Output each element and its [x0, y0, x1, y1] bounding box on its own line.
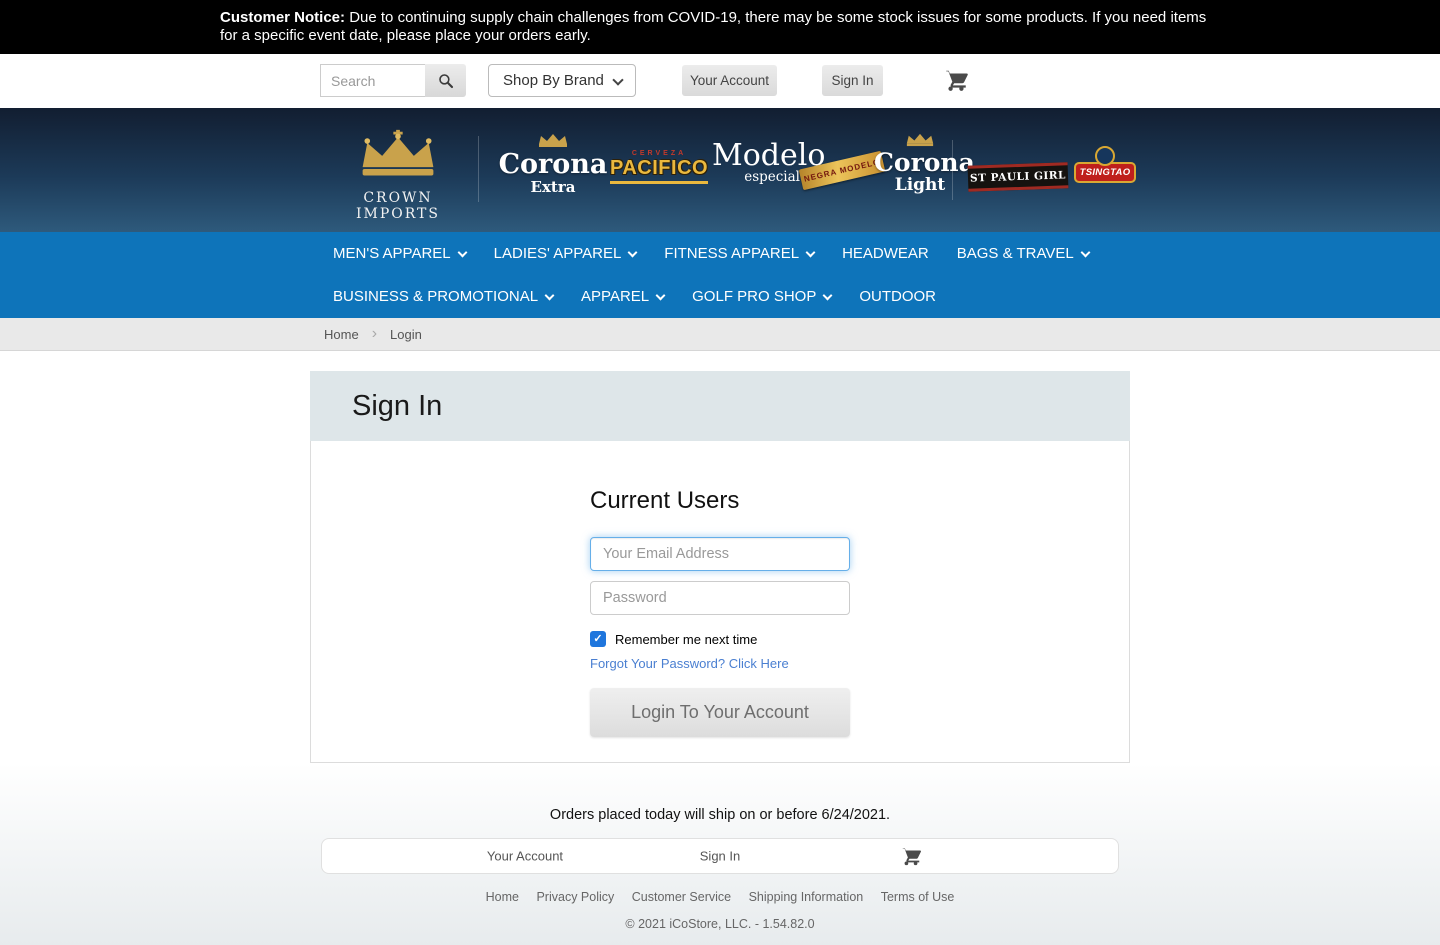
chevron-down-icon: [1080, 248, 1090, 258]
your-account-button[interactable]: Your Account: [682, 65, 777, 96]
breadcrumb-chevron-icon: ›: [372, 326, 377, 342]
st-pauli-girl-logo: ST PAULI GIRL: [968, 164, 1068, 190]
sign-in-panel: Current Users ✓ Remember me next time Fo…: [310, 441, 1130, 763]
corona-extra-logo: Corona Extra: [498, 132, 608, 196]
nav-headwear[interactable]: HEADWEAR: [828, 245, 943, 262]
breadcrumb-bar: Home › Login: [0, 318, 1440, 351]
nav-outdoor[interactable]: OUTDOOR: [845, 288, 950, 305]
chevron-down-icon: [457, 248, 467, 258]
cart-button[interactable]: [942, 67, 970, 95]
login-button[interactable]: Login To Your Account: [590, 688, 850, 737]
page-title: Sign In: [310, 371, 1130, 441]
ship-note: Orders placed today will ship on or befo…: [0, 763, 1440, 823]
breadcrumb-home[interactable]: Home: [324, 327, 359, 342]
cart-icon: [943, 67, 969, 93]
nav-fitness-apparel[interactable]: FITNESS APPAREL: [650, 245, 828, 262]
email-input[interactable]: [590, 537, 850, 571]
forgot-password-link[interactable]: Forgot Your Password? Click Here: [590, 656, 850, 671]
corona-extra-sub: Extra: [498, 178, 608, 196]
st-pauli-girl-banner: ST PAULI GIRL: [968, 162, 1069, 191]
chevron-down-icon: [628, 248, 638, 258]
logo-divider: [952, 140, 953, 200]
customer-notice-banner: Customer Notice: Due to continuing suppl…: [0, 0, 1440, 54]
crown-imports-label: CROWN IMPORTS: [324, 190, 472, 222]
crown-imports-logo[interactable]: CROWN IMPORTS: [324, 128, 472, 222]
modelo-name: Modelo: [712, 140, 800, 172]
chevron-down-icon: [806, 248, 816, 258]
search-input[interactable]: [320, 64, 426, 97]
footer-your-account-link[interactable]: Your Account: [487, 849, 563, 864]
nav-business-promotional[interactable]: BUSINESS & PROMOTIONAL: [319, 288, 567, 305]
footer-link-privacy-policy[interactable]: Privacy Policy: [536, 890, 614, 904]
footer: Orders placed today will ship on or befo…: [0, 763, 1440, 945]
tsingtao-emblem-icon: [1095, 146, 1115, 166]
crown-icon: [903, 132, 937, 147]
nav-mens-apparel[interactable]: MEN'S APPAREL: [319, 245, 480, 262]
tsingtao-logo: TSINGTAO: [1074, 146, 1136, 183]
chevron-down-icon: [656, 291, 666, 301]
breadcrumb: Home › Login: [310, 318, 1130, 350]
pacifico-logo: CERVEZA PACIFICO: [610, 150, 708, 184]
nav-ladies-apparel[interactable]: LADIES' APPAREL: [480, 245, 651, 262]
logo-divider: [478, 136, 479, 202]
shop-by-brand-select[interactable]: Shop By Brand: [488, 64, 636, 97]
search-button[interactable]: [425, 64, 466, 97]
corona-extra-name: Corona: [498, 152, 608, 178]
footer-sign-in-link[interactable]: Sign In: [700, 849, 740, 864]
remember-me-checkbox[interactable]: ✓: [590, 631, 606, 647]
sign-in-button[interactable]: Sign In: [822, 65, 883, 96]
footer-cart-button[interactable]: [900, 845, 922, 867]
footer-link-terms-of-use[interactable]: Terms of Use: [881, 890, 955, 904]
current-users-heading: Current Users: [590, 487, 850, 515]
remember-me-label[interactable]: Remember me next time: [615, 632, 757, 647]
breadcrumb-current: Login: [390, 327, 422, 342]
top-bar: Shop By Brand Your Account Sign In: [0, 54, 1440, 108]
crown-icon: [535, 132, 571, 148]
notice-title: Customer Notice:: [220, 9, 345, 26]
modelo-logo: Modelo especial: [712, 140, 800, 185]
nav-apparel[interactable]: APPAREL: [567, 288, 678, 305]
password-input[interactable]: [590, 581, 850, 615]
chevron-down-icon: [545, 291, 555, 301]
brand-logo-banner: CROWN IMPORTS Corona Extra CERVEZA PACIF…: [0, 108, 1440, 232]
footer-links: Home Privacy Policy Customer Service Shi…: [0, 890, 1440, 904]
notice-body: Due to continuing supply chain challenge…: [220, 9, 1206, 44]
footer-nav-box: Your Account Sign In: [321, 838, 1119, 874]
footer-link-shipping-information[interactable]: Shipping Information: [749, 890, 864, 904]
negra-modelo-logo: NEGRA MODELO: [800, 160, 884, 181]
chevron-down-icon: [823, 291, 833, 301]
main-navigation: MEN'S APPAREL LADIES' APPAREL FITNESS AP…: [0, 232, 1440, 318]
pacifico-cerveza: CERVEZA: [610, 150, 708, 157]
nav-bags-travel[interactable]: BAGS & TRAVEL: [943, 245, 1103, 262]
footer-link-home[interactable]: Home: [486, 890, 519, 904]
nav-golf-pro-shop[interactable]: GOLF PRO SHOP: [678, 288, 845, 305]
crown-icon: [350, 128, 446, 182]
copyright: © 2021 iCoStore, LLC. - 1.54.82.0: [0, 917, 1440, 931]
footer-link-customer-service[interactable]: Customer Service: [632, 890, 731, 904]
pacifico-name: PACIFICO: [610, 157, 708, 184]
cart-icon: [900, 845, 922, 867]
search-icon: [438, 73, 454, 89]
